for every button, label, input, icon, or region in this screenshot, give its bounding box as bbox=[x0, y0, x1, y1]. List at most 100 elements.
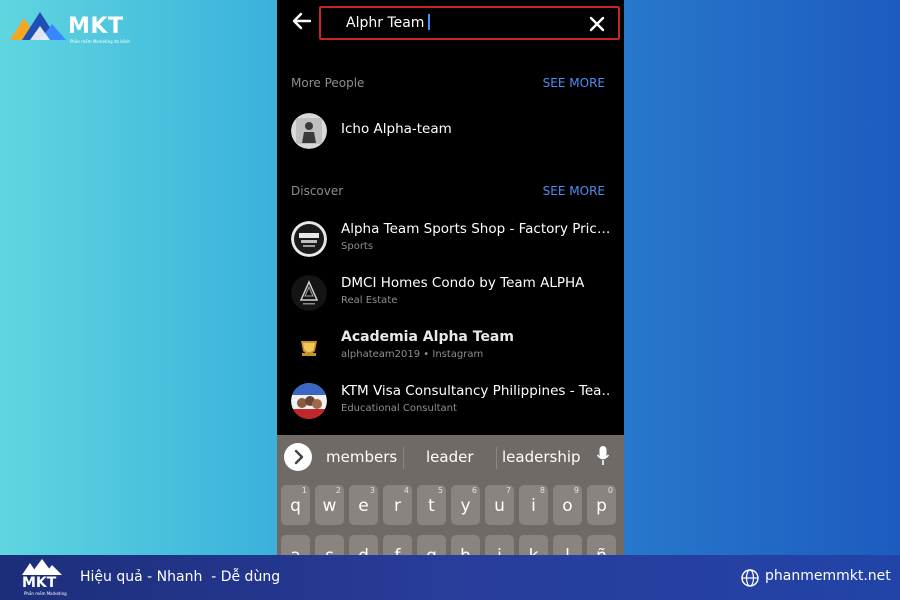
key-letter: g bbox=[417, 546, 446, 555]
search-bar: Alphr Team bbox=[277, 0, 624, 46]
avatar bbox=[291, 329, 327, 365]
text-caret bbox=[428, 14, 431, 30]
result-subtitle: alphateam2019 • Instagram bbox=[341, 349, 484, 360]
key-number-hint: 8 bbox=[539, 486, 545, 495]
key-f[interactable]: f bbox=[383, 535, 412, 555]
key-i[interactable]: 8i bbox=[519, 485, 548, 525]
key-w[interactable]: 2w bbox=[315, 485, 344, 525]
section-title: More People bbox=[291, 76, 365, 90]
key-letter: d bbox=[349, 546, 378, 555]
key-k[interactable]: k bbox=[519, 535, 548, 555]
key-letter: s bbox=[315, 546, 344, 555]
avatar bbox=[291, 113, 327, 149]
avatar bbox=[291, 383, 327, 419]
footer-brand-sub: Phần mềm Marketing bbox=[24, 591, 67, 596]
brand-name: MKT bbox=[68, 14, 124, 39]
footer-website-link[interactable]: phanmemmkt.net bbox=[765, 568, 891, 584]
key-letter: r bbox=[394, 496, 401, 516]
section-title: Discover bbox=[291, 184, 344, 198]
footer-slogan: Hiệu quả - Nhanh - Dễ dùng bbox=[80, 569, 281, 585]
key-number-hint: 9 bbox=[573, 486, 579, 495]
list-item[interactable]: KTM Visa Consultancy Philippines - Tea… … bbox=[277, 376, 624, 426]
result-subtitle: Sports bbox=[341, 241, 374, 252]
result-title: Alpha Team Sports Shop - Factory Pric… bbox=[341, 221, 611, 237]
list-item[interactable]: DMCI Homes Condo by Team ALPHA Real Esta… bbox=[277, 268, 624, 318]
key-l[interactable]: l bbox=[553, 535, 582, 555]
result-title: Academia Alpha Team bbox=[341, 329, 514, 345]
key-h[interactable]: h bbox=[451, 535, 480, 555]
key-number-hint: 5 bbox=[437, 486, 443, 495]
list-item[interactable]: Academia Alpha Team alphateam2019 • Inst… bbox=[277, 322, 624, 372]
key-number-hint: 3 bbox=[369, 486, 375, 495]
key-t[interactable]: 5t bbox=[417, 485, 446, 525]
suggestion-divider bbox=[403, 447, 404, 469]
key-o[interactable]: 9o bbox=[553, 485, 582, 525]
key-p[interactable]: 0p bbox=[587, 485, 616, 525]
footer-banner: MKT Phần mềm Marketing Hiệu quả - Nhanh … bbox=[0, 555, 900, 600]
brand-logo: MKT Phần mềm Marketing đa kênh bbox=[10, 8, 140, 48]
chevron-right-icon[interactable] bbox=[284, 443, 312, 471]
section-discover: Discover SEE MORE bbox=[277, 184, 624, 204]
key-letter: l bbox=[553, 546, 582, 555]
suggestion-divider bbox=[496, 447, 497, 469]
key-letter: t bbox=[428, 496, 435, 516]
result-title: DMCI Homes Condo by Team ALPHA bbox=[341, 275, 585, 291]
key-u[interactable]: 7u bbox=[485, 485, 514, 525]
suggestion-word[interactable]: members bbox=[326, 448, 397, 466]
key-y[interactable]: 6y bbox=[451, 485, 480, 525]
search-query: Alphr Team bbox=[346, 14, 431, 31]
list-item[interactable]: Icho Alpha-team bbox=[277, 106, 624, 156]
list-item[interactable]: Alpha Team Sports Shop - Factory Pric… S… bbox=[277, 214, 624, 264]
suggestion-word[interactable]: leadership bbox=[502, 448, 581, 466]
key-letter: h bbox=[451, 546, 480, 555]
key-e[interactable]: 3e bbox=[349, 485, 378, 525]
see-more-discover-link[interactable]: SEE MORE bbox=[543, 184, 605, 198]
section-more-people: More People SEE MORE bbox=[277, 76, 624, 96]
key-letter: k bbox=[519, 546, 548, 555]
key-letter: a bbox=[281, 546, 310, 555]
key-letter: q bbox=[290, 496, 301, 516]
globe-icon bbox=[741, 569, 759, 587]
key-letter: u bbox=[494, 496, 505, 516]
close-icon[interactable] bbox=[588, 15, 606, 33]
phone-screen: Alphr Team More People SEE MORE Icho Alp… bbox=[277, 0, 624, 555]
key-letter: w bbox=[322, 496, 337, 516]
key-letter: f bbox=[383, 546, 412, 555]
key-r[interactable]: 4r bbox=[383, 485, 412, 525]
key-letter: o bbox=[562, 496, 573, 516]
key-number-hint: 1 bbox=[301, 486, 307, 495]
result-title: KTM Visa Consultancy Philippines - Tea… bbox=[341, 383, 611, 399]
key-s[interactable]: s bbox=[315, 535, 344, 555]
key-q[interactable]: 1q bbox=[281, 485, 310, 525]
result-subtitle: Educational Consultant bbox=[341, 403, 457, 414]
key-a[interactable]: a bbox=[281, 535, 310, 555]
arrow-left-icon[interactable] bbox=[291, 10, 313, 32]
key-d[interactable]: d bbox=[349, 535, 378, 555]
key-number-hint: 2 bbox=[335, 486, 341, 495]
key-g[interactable]: g bbox=[417, 535, 446, 555]
see-more-people-link[interactable]: SEE MORE bbox=[543, 76, 605, 90]
key-number-hint: 4 bbox=[403, 486, 409, 495]
on-screen-keyboard: members leader leadership 1q 2w 3e 4r 5t… bbox=[277, 435, 624, 555]
key-letter: p bbox=[596, 496, 607, 516]
key-n-tilde[interactable]: ñ bbox=[587, 535, 616, 555]
key-j[interactable]: j bbox=[485, 535, 514, 555]
brand-mountain-icon bbox=[10, 12, 66, 40]
key-letter: ñ bbox=[587, 546, 616, 555]
key-number-hint: 6 bbox=[471, 486, 477, 495]
footer-brand: MKT bbox=[22, 575, 57, 591]
key-letter: j bbox=[485, 546, 514, 555]
microphone-icon[interactable] bbox=[596, 445, 610, 467]
key-letter: y bbox=[460, 496, 471, 516]
suggestion-word[interactable]: leader bbox=[426, 448, 474, 466]
search-input[interactable]: Alphr Team bbox=[319, 6, 620, 40]
result-subtitle: Real Estate bbox=[341, 295, 398, 306]
brand-tagline: Phần mềm Marketing đa kênh bbox=[70, 39, 130, 44]
key-letter: i bbox=[531, 496, 536, 516]
search-query-text: Alphr Team bbox=[346, 15, 425, 31]
result-title: Icho Alpha-team bbox=[341, 121, 452, 137]
key-number-hint: 7 bbox=[505, 486, 511, 495]
avatar bbox=[291, 275, 327, 311]
key-number-hint: 0 bbox=[607, 486, 613, 495]
key-letter: e bbox=[358, 496, 369, 516]
